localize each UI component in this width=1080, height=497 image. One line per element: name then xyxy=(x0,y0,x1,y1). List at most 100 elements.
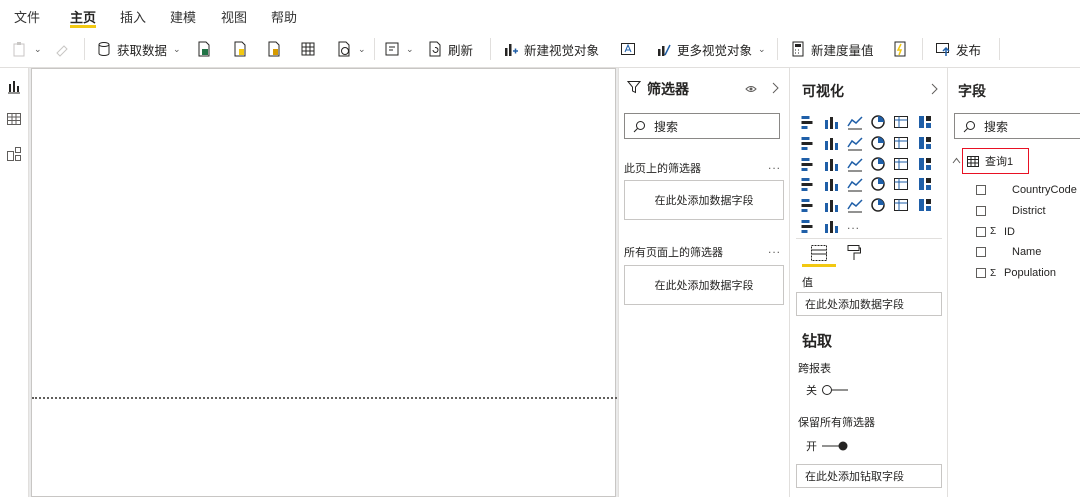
100-column-icon[interactable] xyxy=(917,114,933,130)
treemap-icon[interactable] xyxy=(917,156,933,172)
publish-button[interactable]: 发布 xyxy=(935,30,981,68)
visualizations-pane: 可视化 ... 值 在此处添加数据字段 钻取 跨报表 关 保留所有筛选器 开 在… xyxy=(790,68,948,497)
table-visual-icon[interactable] xyxy=(823,197,839,213)
funnel-icon[interactable] xyxy=(823,156,839,172)
qa-icon[interactable] xyxy=(823,218,839,234)
report-page[interactable] xyxy=(31,68,617,497)
field-checkbox[interactable] xyxy=(976,226,986,237)
all-pages-filters-more[interactable]: ... xyxy=(768,242,781,256)
all-pages-filters-dropzone[interactable]: 在此处添加数据字段 xyxy=(624,265,784,305)
sigma-icon: Σ xyxy=(990,267,997,279)
cross-report-label: 跨报表 xyxy=(798,363,831,375)
python-visual-icon[interactable] xyxy=(893,197,909,213)
ribbon-chart-icon[interactable] xyxy=(917,135,933,151)
stacked-column-icon[interactable] xyxy=(823,114,839,130)
values-dropzone[interactable]: 在此处添加数据字段 xyxy=(796,292,942,316)
field-checkbox[interactable] xyxy=(976,185,986,195)
more-visuals-dots[interactable]: ... xyxy=(847,218,860,232)
format-paint-roller-icon[interactable] xyxy=(846,244,862,262)
donut-chart-icon[interactable] xyxy=(893,156,909,172)
map-icon[interactable] xyxy=(800,176,816,192)
slicer-icon[interactable] xyxy=(800,197,816,213)
clustered-bar-icon[interactable] xyxy=(846,114,863,130)
stacked-area-icon[interactable] xyxy=(846,135,863,151)
report-view-icon[interactable] xyxy=(6,78,22,94)
fields-well-icon[interactable] xyxy=(810,244,828,262)
100-bar-icon[interactable] xyxy=(893,114,909,130)
more-visuals-button[interactable]: 更多视觉对象 ⌄ xyxy=(656,30,766,68)
r-visual-icon[interactable] xyxy=(870,197,886,213)
gauge-icon[interactable] xyxy=(846,176,863,192)
fields-search-input[interactable]: 搜索 xyxy=(954,113,1080,139)
filled-map-icon[interactable] xyxy=(823,176,839,192)
cross-report-toggle[interactable]: 关 xyxy=(806,382,849,398)
menu-help[interactable]: 帮助 xyxy=(271,7,297,26)
stacked-bar-icon[interactable] xyxy=(800,114,816,130)
excel-button[interactable] xyxy=(196,30,212,68)
keep-filters-toggle[interactable]: 开 xyxy=(806,438,849,454)
line-chart-icon[interactable] xyxy=(800,135,816,151)
key-influencers-icon[interactable] xyxy=(917,197,933,213)
menu-home[interactable]: 主页 xyxy=(70,7,96,26)
chevron-up-icon[interactable] xyxy=(952,157,961,164)
drill-through-dropzone[interactable]: 在此处添加钻取字段 xyxy=(796,464,942,488)
scatter-icon[interactable] xyxy=(846,156,863,172)
eye-icon[interactable] xyxy=(745,84,757,94)
card-icon[interactable] xyxy=(870,176,886,192)
ribbon-divider xyxy=(922,38,923,60)
active-well-indicator xyxy=(802,264,836,267)
menu-file[interactable]: 文件 xyxy=(14,7,40,26)
menu-view[interactable]: 视图 xyxy=(221,7,247,26)
page-filters-dropzone[interactable]: 在此处添加数据字段 xyxy=(624,180,784,220)
new-visual-button[interactable]: 新建视觉对象 xyxy=(503,30,599,68)
multi-row-card-icon[interactable] xyxy=(893,176,909,192)
field-row[interactable]: Name xyxy=(976,244,1041,260)
field-checkbox[interactable] xyxy=(976,268,986,279)
paste-button[interactable]: ⌄ xyxy=(12,30,42,68)
matrix-icon[interactable] xyxy=(846,197,863,213)
text-box-icon xyxy=(621,43,635,55)
get-data-button[interactable]: 获取数据 ⌄ xyxy=(96,30,181,68)
dataverse-icon xyxy=(268,41,280,57)
ribbon-toolbar: ⌄ 获取数据 ⌄ ⌄ ⌄ 刷新 新建视觉对象 更多视觉对象 ⌄ 新建度量值 发布 xyxy=(0,30,1080,68)
clustered-column-icon[interactable] xyxy=(870,114,886,130)
field-row[interactable]: Σ Population xyxy=(976,265,1056,281)
chevron-down-icon: ⌄ xyxy=(34,43,42,54)
new-measure-button[interactable]: 新建度量值 xyxy=(790,30,874,68)
recent-sources-button[interactable]: ⌄ xyxy=(336,30,366,68)
waterfall-icon[interactable] xyxy=(800,156,816,172)
chevron-right-icon[interactable] xyxy=(930,83,938,95)
calculator-icon xyxy=(792,41,804,57)
pie-chart-icon[interactable] xyxy=(870,156,886,172)
transform-data-button[interactable]: ⌄ xyxy=(384,30,414,68)
text-box-button[interactable] xyxy=(620,30,636,68)
search-icon xyxy=(633,120,645,132)
field-row[interactable]: Σ ID xyxy=(976,224,1015,240)
model-view-icon[interactable] xyxy=(6,146,22,162)
kpi-icon[interactable] xyxy=(917,176,933,192)
ribbon-divider xyxy=(490,38,491,60)
decomposition-tree-icon[interactable] xyxy=(800,218,816,234)
area-chart-icon[interactable] xyxy=(823,135,839,151)
line-column-icon[interactable] xyxy=(870,135,886,151)
chevron-right-icon[interactable] xyxy=(771,82,779,94)
ribbon-divider xyxy=(777,38,778,60)
field-row[interactable]: District xyxy=(976,203,1046,219)
line-clustered-icon[interactable] xyxy=(893,135,909,151)
dataverse-button[interactable] xyxy=(266,30,282,68)
table-node-query1[interactable]: 查询1 xyxy=(962,148,1029,174)
filters-search-input[interactable]: 搜索 xyxy=(624,113,780,139)
enter-data-button[interactable] xyxy=(300,30,316,68)
data-view-icon[interactable] xyxy=(6,111,22,127)
refresh-button[interactable]: 刷新 xyxy=(427,30,473,68)
page-filters-more[interactable]: ... xyxy=(768,158,781,172)
field-checkbox[interactable] xyxy=(976,205,986,216)
menu-insert[interactable]: 插入 xyxy=(120,7,146,26)
menu-modeling[interactable]: 建模 xyxy=(170,7,196,26)
field-row[interactable]: CountryCode xyxy=(976,182,1077,198)
format-painter-button[interactable] xyxy=(54,30,70,68)
quick-measure-button[interactable] xyxy=(892,30,908,68)
field-checkbox[interactable] xyxy=(976,247,986,258)
dataset-button[interactable] xyxy=(232,30,248,68)
drill-through-title: 钻取 xyxy=(802,333,833,350)
